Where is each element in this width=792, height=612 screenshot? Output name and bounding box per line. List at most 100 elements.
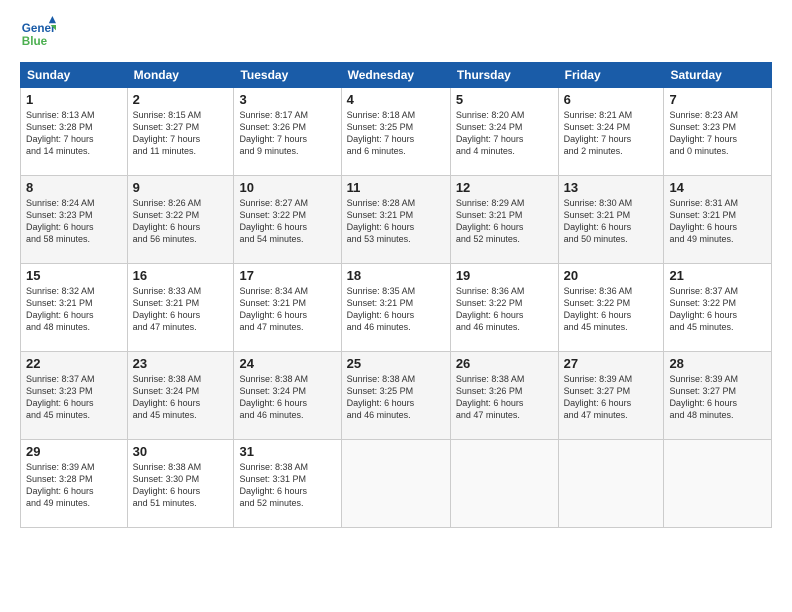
day-number: 8 [26,180,122,195]
weekday-header-row: SundayMondayTuesdayWednesdayThursdayFrid… [21,63,772,88]
calendar-cell: 7 Sunrise: 8:23 AM Sunset: 3:23 PM Daylig… [664,88,772,176]
page: General Blue SundayMondayTuesdayWednesda… [0,0,792,612]
header: General Blue [20,16,772,52]
calendar-cell: 26Sunrise: 8:38 AM Sunset: 3:26 PM Dayli… [450,352,558,440]
day-info: Sunrise: 8:29 AM Sunset: 3:21 PM Dayligh… [456,197,553,246]
calendar-cell: 5Sunrise: 8:20 AM Sunset: 3:24 PM Daylig… [450,88,558,176]
logo-icon: General Blue [20,16,56,52]
day-number: 20 [564,268,659,283]
weekday-header-tuesday: Tuesday [234,63,341,88]
svg-text:Blue: Blue [22,35,48,48]
calendar-cell: 18 Sunrise: 8:35 AM Sunset: 3:21 PM Dayli… [341,264,450,352]
day-number: 28 [669,356,766,371]
day-info: Sunrise: 8:39 AM Sunset: 3:28 PM Dayligh… [26,461,122,510]
day-info: Sunrise: 8:15 AM Sunset: 3:27 PM Dayligh… [133,109,229,158]
calendar-cell: 2 Sunrise: 8:15 AM Sunset: 3:27 PM Daylig… [127,88,234,176]
calendar-cell: 27 Sunrise: 8:39 AM Sunset: 3:27 PM Dayli… [558,352,664,440]
calendar-cell: 30Sunrise: 8:38 AM Sunset: 3:30 PM Dayli… [127,440,234,528]
day-info: Sunrise: 8:35 AM Sunset: 3:21 PM Dayligh… [347,285,445,334]
day-number: 26 [456,356,553,371]
calendar-cell: 22 Sunrise: 8:37 AM Sunset: 3:23 PM Dayli… [21,352,128,440]
day-number: 2 [133,92,229,107]
day-number: 10 [239,180,335,195]
day-number: 22 [26,356,122,371]
day-number: 7 [669,92,766,107]
calendar-cell: 31 Sunrise: 8:38 AM Sunset: 3:31 PM Dayli… [234,440,341,528]
calendar-cell: 9 Sunrise: 8:26 AM Sunset: 3:22 PM Daylig… [127,176,234,264]
day-number: 29 [26,444,122,459]
calendar-cell: 11 Sunrise: 8:28 AM Sunset: 3:21 PM Dayli… [341,176,450,264]
day-info: Sunrise: 8:26 AM Sunset: 3:22 PM Dayligh… [133,197,229,246]
day-info: Sunrise: 8:30 AM Sunset: 3:21 PM Dayligh… [564,197,659,246]
calendar-cell: 16 Sunrise: 8:33 AM Sunset: 3:21 PM Dayli… [127,264,234,352]
day-number: 17 [239,268,335,283]
day-number: 30 [133,444,229,459]
calendar-cell: 17 Sunrise: 8:34 AM Sunset: 3:21 PM Dayli… [234,264,341,352]
calendar-week-row-4: 22 Sunrise: 8:37 AM Sunset: 3:23 PM Dayli… [21,352,772,440]
day-info: Sunrise: 8:38 AM Sunset: 3:24 PM Dayligh… [133,373,229,422]
day-info: Sunrise: 8:27 AM Sunset: 3:22 PM Dayligh… [239,197,335,246]
day-number: 15 [26,268,122,283]
day-info: Sunrise: 8:38 AM Sunset: 3:31 PM Dayligh… [239,461,335,510]
day-number: 24 [239,356,335,371]
calendar-cell [450,440,558,528]
calendar-cell: 28Sunrise: 8:39 AM Sunset: 3:27 PM Dayli… [664,352,772,440]
day-number: 11 [347,180,445,195]
day-info: Sunrise: 8:33 AM Sunset: 3:21 PM Dayligh… [133,285,229,334]
day-info: Sunrise: 8:32 AM Sunset: 3:21 PM Dayligh… [26,285,122,334]
day-info: Sunrise: 8:38 AM Sunset: 3:24 PM Dayligh… [239,373,335,422]
day-number: 31 [239,444,335,459]
day-info: Sunrise: 8:36 AM Sunset: 3:22 PM Dayligh… [456,285,553,334]
calendar-cell: 13 Sunrise: 8:30 AM Sunset: 3:21 PM Dayli… [558,176,664,264]
day-info: Sunrise: 8:17 AM Sunset: 3:26 PM Dayligh… [239,109,335,158]
weekday-header-thursday: Thursday [450,63,558,88]
day-info: Sunrise: 8:36 AM Sunset: 3:22 PM Dayligh… [564,285,659,334]
day-info: Sunrise: 8:23 AM Sunset: 3:23 PM Dayligh… [669,109,766,158]
calendar-cell: 4 Sunrise: 8:18 AM Sunset: 3:25 PM Daylig… [341,88,450,176]
day-number: 4 [347,92,445,107]
calendar-cell: 10 Sunrise: 8:27 AM Sunset: 3:22 PM Dayli… [234,176,341,264]
day-info: Sunrise: 8:37 AM Sunset: 3:22 PM Dayligh… [669,285,766,334]
calendar-week-row-1: 1 Sunrise: 8:13 AM Sunset: 3:28 PM Daylig… [21,88,772,176]
calendar-cell: 3Sunrise: 8:17 AM Sunset: 3:26 PM Daylig… [234,88,341,176]
day-number: 18 [347,268,445,283]
weekday-header-monday: Monday [127,63,234,88]
calendar-cell: 23 Sunrise: 8:38 AM Sunset: 3:24 PM Dayli… [127,352,234,440]
weekday-header-sunday: Sunday [21,63,128,88]
day-info: Sunrise: 8:38 AM Sunset: 3:25 PM Dayligh… [347,373,445,422]
calendar-cell: 25 Sunrise: 8:38 AM Sunset: 3:25 PM Dayli… [341,352,450,440]
day-number: 19 [456,268,553,283]
day-number: 25 [347,356,445,371]
calendar-cell: 6 Sunrise: 8:21 AM Sunset: 3:24 PM Daylig… [558,88,664,176]
svg-text:General: General [22,22,56,35]
day-number: 23 [133,356,229,371]
day-info: Sunrise: 8:21 AM Sunset: 3:24 PM Dayligh… [564,109,659,158]
weekday-header-friday: Friday [558,63,664,88]
day-info: Sunrise: 8:34 AM Sunset: 3:21 PM Dayligh… [239,285,335,334]
day-info: Sunrise: 8:37 AM Sunset: 3:23 PM Dayligh… [26,373,122,422]
calendar-cell: 15 Sunrise: 8:32 AM Sunset: 3:21 PM Dayli… [21,264,128,352]
day-info: Sunrise: 8:39 AM Sunset: 3:27 PM Dayligh… [564,373,659,422]
calendar-cell: 19 Sunrise: 8:36 AM Sunset: 3:22 PM Dayli… [450,264,558,352]
day-number: 6 [564,92,659,107]
day-number: 13 [564,180,659,195]
logo: General Blue [20,16,60,52]
calendar-cell [664,440,772,528]
calendar-week-row-3: 15 Sunrise: 8:32 AM Sunset: 3:21 PM Dayli… [21,264,772,352]
day-number: 9 [133,180,229,195]
day-number: 16 [133,268,229,283]
day-number: 27 [564,356,659,371]
day-info: Sunrise: 8:31 AM Sunset: 3:21 PM Dayligh… [669,197,766,246]
day-number: 1 [26,92,122,107]
day-info: Sunrise: 8:28 AM Sunset: 3:21 PM Dayligh… [347,197,445,246]
day-info: Sunrise: 8:13 AM Sunset: 3:28 PM Dayligh… [26,109,122,158]
calendar-cell: 29 Sunrise: 8:39 AM Sunset: 3:28 PM Dayli… [21,440,128,528]
day-number: 14 [669,180,766,195]
calendar-cell: 8Sunrise: 8:24 AM Sunset: 3:23 PM Daylig… [21,176,128,264]
day-number: 21 [669,268,766,283]
calendar-cell: 12Sunrise: 8:29 AM Sunset: 3:21 PM Dayli… [450,176,558,264]
calendar-week-row-2: 8Sunrise: 8:24 AM Sunset: 3:23 PM Daylig… [21,176,772,264]
weekday-header-saturday: Saturday [664,63,772,88]
day-info: Sunrise: 8:18 AM Sunset: 3:25 PM Dayligh… [347,109,445,158]
calendar-cell: 1 Sunrise: 8:13 AM Sunset: 3:28 PM Daylig… [21,88,128,176]
